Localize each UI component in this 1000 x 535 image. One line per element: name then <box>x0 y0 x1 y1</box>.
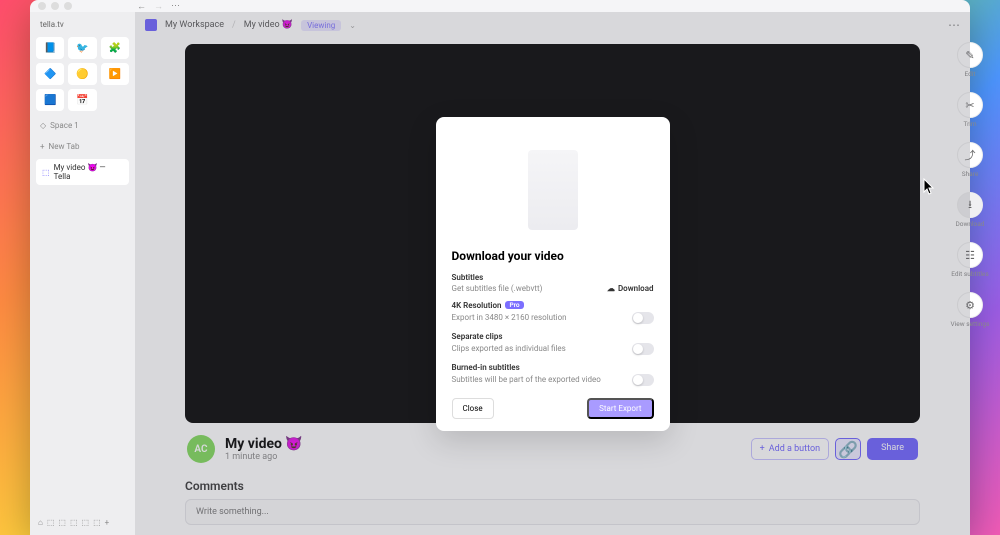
toggle-clips[interactable] <box>632 343 654 355</box>
close-traffic-icon[interactable] <box>38 2 46 10</box>
space-label: Space 1 <box>50 121 79 130</box>
option-label: Burned-in subtitles <box>452 363 654 372</box>
pinned-tile[interactable]: 🟡 <box>68 63 96 85</box>
cloud-download-icon: ☁ <box>607 284 615 293</box>
option-label: 4K Resolution <box>452 301 502 310</box>
window-controls: ← → ⋯ <box>30 0 970 12</box>
dock-add-icon[interactable]: + <box>105 518 110 527</box>
more-icon[interactable]: ⋯ <box>171 1 180 11</box>
bottom-dock: ⌂ ⬚ ⬚ ⬚ ⬚ ⬚ + <box>34 514 131 531</box>
pinned-tile[interactable]: 📘 <box>36 37 64 59</box>
new-tab-label: New Tab <box>49 142 80 151</box>
browser-window: ← → ⋯ tella.tv 📘 🐦 🧩 🔷 🟡 ▶️ 🟦 📅 ◇ Space … <box>30 0 970 535</box>
download-label: Download <box>618 284 654 293</box>
dock-icon[interactable]: ⬚ <box>70 518 78 527</box>
download-subtitles-button[interactable]: ☁ Download <box>607 284 654 293</box>
option-separate-clips: Separate clips Clips exported as individ… <box>452 332 654 355</box>
pinned-grid: 📘 🐦 🧩 🔷 🟡 ▶️ 🟦 📅 <box>34 33 131 115</box>
option-4k: 4K Resolution Pro Export in 3480 × 2160 … <box>452 301 654 324</box>
dock-icon[interactable]: ⬚ <box>58 518 66 527</box>
tab-title: My video 😈 — Tella <box>54 163 123 181</box>
tab-item[interactable]: ⬚ My video 😈 — Tella <box>36 159 129 185</box>
nav-bar: ← → ⋯ <box>77 0 240 12</box>
option-label: Separate clips <box>452 332 654 341</box>
start-export-button[interactable]: Start Export <box>587 398 653 419</box>
zoom-traffic-icon[interactable] <box>64 2 72 10</box>
download-modal: Download your video Subtitles Get subtit… <box>436 117 670 431</box>
modal-footer: Close Start Export <box>452 398 654 419</box>
pinned-tile[interactable]: 🔷 <box>36 63 64 85</box>
pro-badge: Pro <box>505 301 523 309</box>
dock-icon[interactable]: ⌂ <box>38 518 43 527</box>
modal-title: Download your video <box>452 249 654 263</box>
option-desc: Subtitles will be part of the exported v… <box>452 375 601 384</box>
option-subtitles: Subtitles Get subtitles file (.webvtt) ☁… <box>452 273 654 293</box>
close-button[interactable]: Close <box>452 398 494 419</box>
modal-overlay[interactable]: Download your video Subtitles Get subtit… <box>135 12 970 535</box>
option-desc: Export in 3480 × 2160 resolution <box>452 313 567 322</box>
forward-icon[interactable]: → <box>154 1 163 12</box>
space-icon: ◇ <box>40 121 46 130</box>
tab-favicon-icon: ⬚ <box>42 168 50 177</box>
option-desc: Clips exported as individual files <box>452 344 566 353</box>
pinned-tile[interactable]: 🟦 <box>36 89 64 111</box>
browser-sidebar: tella.tv 📘 🐦 🧩 🔷 🟡 ▶️ 🟦 📅 ◇ Space 1 + Ne… <box>30 12 135 535</box>
option-burned-subs: Burned-in subtitles Subtitles will be pa… <box>452 363 654 386</box>
dock-icon[interactable]: ⬚ <box>93 518 101 527</box>
modal-hero <box>452 131 654 249</box>
address-bar[interactable]: tella.tv <box>34 16 131 33</box>
pinned-tile[interactable]: ▶️ <box>101 63 129 85</box>
pinned-tile[interactable]: 📅 <box>68 89 96 111</box>
toggle-burn[interactable] <box>632 374 654 386</box>
new-tab-button[interactable]: + New Tab <box>34 136 131 157</box>
pinned-tile[interactable]: 🐦 <box>68 37 96 59</box>
option-desc: Get subtitles file (.webvtt) <box>452 284 543 293</box>
dock-icon[interactable]: ⬚ <box>82 518 90 527</box>
page-content: My Workspace / My video 😈 Viewing ⌄ ⋯ AC… <box>135 12 970 535</box>
toggle-4k[interactable] <box>632 312 654 324</box>
space-selector[interactable]: ◇ Space 1 <box>34 115 131 136</box>
plus-icon: + <box>40 142 45 151</box>
dock-icon[interactable]: ⬚ <box>47 518 55 527</box>
option-label: Subtitles <box>452 273 654 282</box>
hero-graphic <box>528 150 578 230</box>
minimize-traffic-icon[interactable] <box>51 2 59 10</box>
back-icon[interactable]: ← <box>137 1 146 12</box>
pinned-tile[interactable]: 🧩 <box>101 37 129 59</box>
